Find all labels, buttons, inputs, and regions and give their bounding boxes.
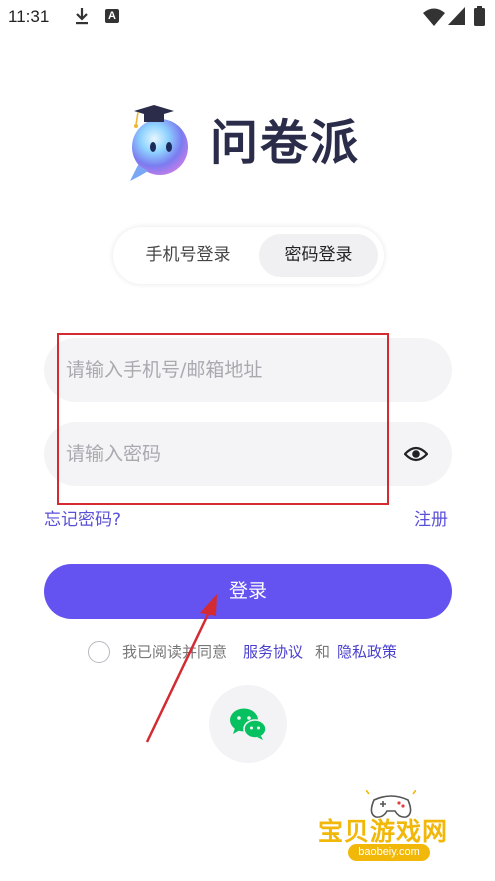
battery-icon — [474, 6, 485, 26]
status-time: 11:31 — [8, 7, 50, 26]
tab-password-login[interactable]: 密码登录 — [259, 234, 378, 277]
register-link[interactable]: 注册 — [414, 505, 448, 530]
agreement-checkbox[interactable] — [88, 641, 110, 663]
privacy-policy-link[interactable]: 隐私政策 — [337, 640, 397, 664]
download-icon — [76, 8, 88, 25]
forgot-password-link[interactable]: 忘记密码? — [44, 505, 121, 530]
app-name: 问卷派 — [210, 115, 361, 171]
watermark-url: baobeiy.com — [348, 844, 430, 861]
service-agreement-link[interactable]: 服务协议 — [243, 640, 303, 664]
account-field — [44, 338, 452, 402]
watermark-title: 宝贝游戏网 — [318, 817, 449, 846]
password-input[interactable] — [66, 422, 406, 486]
account-input[interactable] — [66, 338, 406, 402]
mascot-logo-icon — [130, 105, 188, 181]
watermark: 宝贝游戏网 baobeiy.com — [316, 790, 466, 870]
login-button[interactable]: 登录 — [44, 564, 452, 619]
signal-icon — [448, 7, 465, 25]
password-field — [44, 422, 452, 486]
login-mode-switch: 手机号登录 密码登录 — [113, 227, 384, 284]
wechat-login-button[interactable] — [209, 685, 287, 763]
a-badge-icon: A — [105, 9, 119, 23]
wifi-icon — [423, 8, 445, 26]
tab-phone-login[interactable]: 手机号登录 — [123, 234, 253, 277]
agreement-and-text: 和 — [315, 643, 331, 661]
wechat-icon — [230, 708, 267, 740]
status-bar: 11:31 A — [0, 0, 495, 36]
eye-icon[interactable] — [404, 443, 428, 465]
agreement-text: 我已阅读并同意 — [122, 643, 228, 661]
